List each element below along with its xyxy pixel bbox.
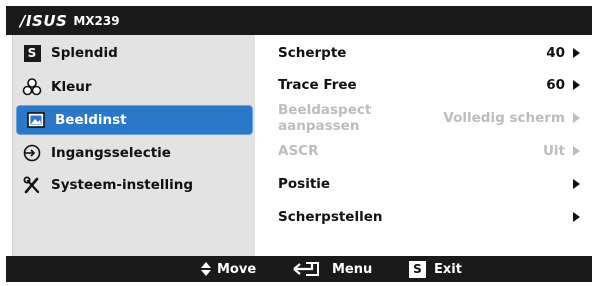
osd-body: S Splendid Kleur Beeldinst Ingangsselect…	[6, 35, 592, 256]
setting-value: 40	[546, 45, 565, 61]
s-box-icon: S	[409, 260, 426, 278]
osd-header: /ISUS MX239	[6, 6, 592, 35]
sidebar-item-label: Beeldinst	[55, 112, 127, 128]
sidebar-item-systeem-instelling[interactable]: Systeem-instelling	[13, 171, 251, 199]
chevron-right-icon	[573, 113, 588, 123]
asus-logo: /ISUS	[20, 11, 68, 30]
setting-row-scherpstellen[interactable]: Scherpstellen	[278, 205, 588, 229]
model-name: MX239	[73, 13, 120, 28]
s-box-icon: S	[21, 43, 43, 63]
setting-value: 60	[546, 77, 565, 93]
settings-panel: Scherpte 40 Trace Free 60 Beeldaspect aa…	[268, 35, 590, 256]
setting-label: ASCR	[278, 143, 319, 159]
sidebar-item-label: Kleur	[51, 79, 92, 95]
splendid-glyph: S	[23, 44, 41, 62]
setting-row-positie[interactable]: Positie	[278, 172, 588, 196]
move-hint: Move	[201, 256, 256, 282]
chevron-right-icon	[573, 80, 588, 90]
setting-row-trace-free[interactable]: Trace Free 60	[278, 73, 588, 97]
setting-row-beeldaspect: Beeldaspect aanpassen Volledig scherm	[278, 102, 588, 134]
setting-row-ascr: ASCR Uit	[278, 139, 588, 163]
input-select-icon	[21, 143, 43, 163]
wrench-screwdriver-icon	[21, 175, 43, 195]
setting-label: Trace Free	[278, 77, 357, 93]
exit-hint: S Exit	[409, 256, 462, 282]
sidebar-item-splendid[interactable]: S Splendid	[13, 39, 251, 67]
sidebar-item-label: Ingangsselectie	[51, 145, 171, 161]
setting-label: Beeldaspect aanpassen	[278, 102, 372, 134]
menu-hint: Menu	[292, 256, 372, 282]
setting-label: Scherpstellen	[278, 209, 383, 225]
color-palette-icon	[21, 77, 43, 97]
setting-label: Positie	[278, 176, 331, 192]
sidebar-item-label: Systeem-instelling	[51, 177, 194, 193]
up-down-arrows-icon	[201, 262, 211, 276]
exit-label: Exit	[434, 261, 462, 277]
enter-icon	[292, 260, 322, 278]
chevron-right-icon	[573, 212, 588, 222]
sidebar: S Splendid Kleur Beeldinst Ingangsselect…	[12, 35, 255, 256]
sidebar-item-kleur[interactable]: Kleur	[13, 73, 251, 101]
chevron-right-icon	[573, 146, 588, 156]
setting-value: Volledig scherm	[443, 110, 565, 126]
move-label: Move	[217, 261, 257, 277]
osd-footer: Move Menu S Exit	[6, 256, 592, 282]
setting-label: Scherpte	[278, 45, 347, 61]
osd-window: /ISUS MX239 S Splendid Kleur Beeldinst I…	[0, 0, 599, 286]
sidebar-item-beeldinst[interactable]: Beeldinst	[16, 105, 253, 135]
setting-row-scherpte[interactable]: Scherpte 40	[278, 41, 588, 65]
setting-value: Uit	[542, 143, 565, 159]
chevron-right-icon	[573, 48, 588, 58]
menu-label: Menu	[332, 261, 373, 277]
sidebar-item-label: Splendid	[51, 45, 118, 61]
sidebar-item-ingangsselectie[interactable]: Ingangsselectie	[13, 139, 251, 167]
image-settings-icon	[25, 110, 47, 130]
chevron-right-icon	[573, 179, 588, 189]
